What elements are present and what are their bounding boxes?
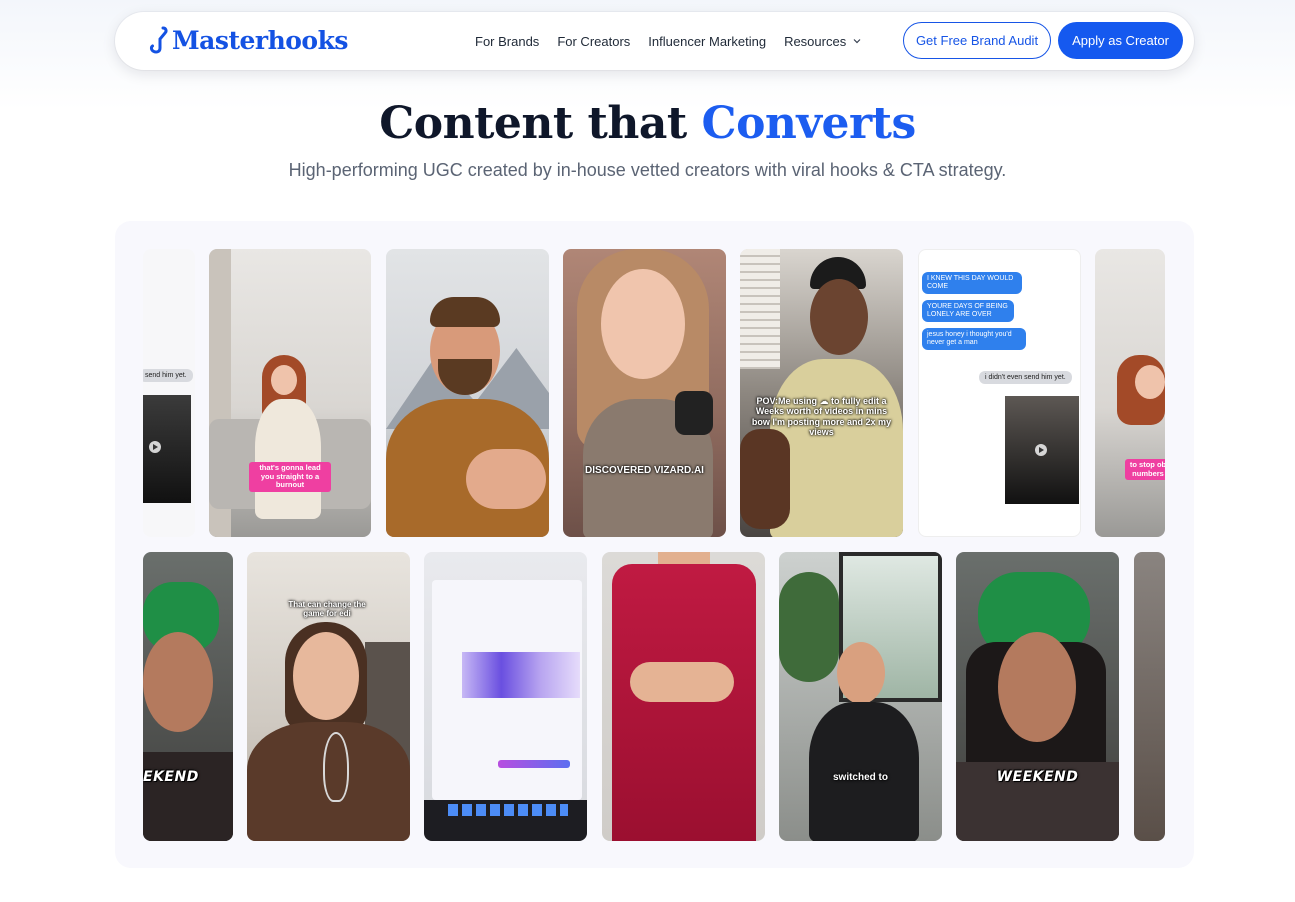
video-card-weekend[interactable]: WEEKEND	[956, 552, 1119, 841]
chat-bubble-1: I KNEW THIS DAY WOULD COME	[922, 272, 1022, 295]
masterhooks-logo-icon	[149, 26, 168, 54]
video-card-vizard[interactable]: DISCOVERED VIZARD.AI	[563, 249, 726, 537]
chat-bubble-reply: i didn't even send him yet.	[979, 371, 1072, 384]
video-caption: WEEKEND	[996, 769, 1079, 785]
product-device	[675, 391, 713, 435]
creator-arm	[740, 429, 790, 529]
top-navbar: Masterhooks For Brands For Creators Infl…	[115, 12, 1194, 70]
creator-face	[837, 642, 885, 704]
hero-subtitle: High-performing UGC created by in-house …	[288, 160, 1007, 180]
creator-face	[143, 632, 213, 732]
video-card-chat[interactable]: I KNEW THIS DAY WOULD COME YOURE DAYS OF…	[918, 249, 1081, 537]
chevron-down-icon	[853, 39, 861, 44]
hero-title-main: Content that	[379, 98, 687, 149]
creator-face	[1135, 365, 1165, 399]
video-caption: switched to	[832, 772, 888, 783]
creator-face	[601, 269, 685, 379]
nav-link-for-brands[interactable]: For Brands	[475, 34, 539, 49]
nav-link-for-creators[interactable]: For Creators	[557, 34, 630, 49]
video-card-laptop[interactable]	[424, 552, 587, 841]
chat-bubble: send him yet.	[143, 369, 193, 382]
video-card-pov[interactable]: POV:Me using ☁ to fully edit a Weeks wor…	[740, 249, 903, 537]
plant	[779, 572, 839, 682]
nav-links: For Brands For Creators Influencer Marke…	[475, 12, 880, 70]
play-icon	[149, 441, 161, 453]
nav-link-resources-label: Resources	[784, 33, 847, 49]
video-card-weekend-partial[interactable]: EKEND	[143, 552, 233, 841]
creator-hair	[430, 297, 500, 327]
hero-title-accent: Converts	[701, 98, 917, 149]
apply-as-creator-button[interactable]: Apply as Creator	[1058, 22, 1183, 59]
video-card-hoodie-creator[interactable]	[386, 249, 549, 537]
creator-face	[810, 279, 868, 355]
video-card-whisk[interactable]: That can change the game for edi	[247, 552, 410, 841]
caption-tag: that's gonna lead you straight to a burn…	[249, 462, 331, 492]
video-card-burnout[interactable]: that's gonna lead you straight to a burn…	[209, 249, 371, 537]
dock-icons	[448, 804, 568, 816]
video-card-partial-right-2[interactable]	[1134, 552, 1165, 841]
chat-bubble-2: YOURE DAYS OF BEING LONELY ARE OVER	[922, 300, 1014, 323]
nav-link-influencer-marketing[interactable]: Influencer Marketing	[648, 34, 766, 49]
video-card-switched[interactable]: switched to	[779, 552, 942, 841]
creator-hands	[630, 662, 734, 702]
ugc-video-gallery: send him yet. that's gonna lead you stra…	[115, 221, 1194, 868]
nav-link-resources[interactable]: Resources	[784, 34, 862, 49]
creator-face	[271, 365, 297, 395]
app-thumbnail-strip	[462, 652, 580, 698]
creator-top	[143, 752, 233, 841]
video-card-partial-right[interactable]: to stop ob numbers	[1095, 249, 1165, 537]
video-caption: DISCOVERED VIZARD.AI	[585, 465, 704, 476]
video-caption: That can change the game for edi	[288, 600, 366, 619]
creator-body	[255, 399, 321, 519]
creator-face	[293, 632, 359, 720]
brand-name: Masterhooks	[172, 25, 349, 55]
creator-face	[998, 632, 1076, 742]
hero-title: Content that Converts	[0, 98, 1295, 149]
window-blinds	[740, 249, 780, 369]
video-caption: POV:Me using ☁ to fully edit a Weeks wor…	[751, 396, 892, 438]
brand-logo[interactable]: Masterhooks	[149, 22, 349, 58]
whisk	[323, 732, 349, 802]
caption-tag: to stop ob numbers	[1125, 459, 1165, 481]
red-dress	[612, 564, 756, 841]
video-card-chat-partial[interactable]: send him yet.	[143, 249, 195, 537]
generate-button	[498, 760, 570, 768]
get-free-brand-audit-button[interactable]: Get Free Brand Audit	[903, 22, 1051, 59]
play-icon	[1035, 444, 1047, 456]
creator-hand	[466, 449, 546, 509]
chat-bubble-3: jesus honey i thought you'd never get a …	[922, 328, 1026, 351]
video-card-red-dress[interactable]	[602, 552, 765, 841]
video-caption: EKEND	[143, 769, 199, 785]
